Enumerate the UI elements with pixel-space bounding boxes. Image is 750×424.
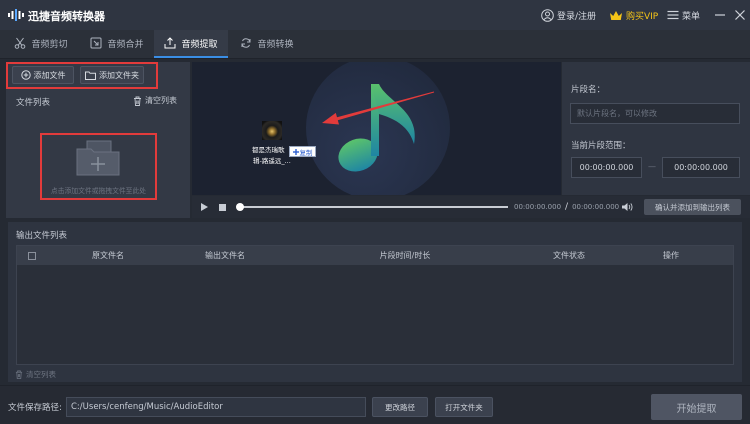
extract-icon bbox=[164, 37, 176, 49]
title-bar: 迅捷音频转换器 登录/注册 购买VIP 菜单 bbox=[0, 0, 750, 30]
add-folder-button[interactable]: 添加文件夹 bbox=[80, 66, 144, 84]
minimize-icon[interactable] bbox=[714, 9, 726, 21]
output-list-section: 输出文件列表 原文件名 输出文件名 片段时间/时长 文件状态 操作 清空列表 bbox=[8, 222, 742, 382]
trash-icon bbox=[15, 370, 23, 379]
current-time: 00:00:00.000 bbox=[514, 203, 562, 211]
select-all-checkbox[interactable] bbox=[28, 251, 36, 260]
save-path-label: 文件保存路径: bbox=[8, 403, 62, 413]
copy-label: 复制 bbox=[299, 148, 313, 157]
output-list-title: 输出文件列表 bbox=[16, 231, 68, 241]
tab-label: 音频提取 bbox=[181, 39, 218, 50]
tab-label: 音频合并 bbox=[107, 39, 144, 50]
column-status: 文件状态 bbox=[553, 251, 585, 260]
tab-audio-extract[interactable]: 音频提取 bbox=[154, 30, 228, 58]
tab-label: 音频转换 bbox=[257, 39, 294, 50]
clip-settings-panel: 片段名： 当前片段范围： — bbox=[562, 62, 750, 195]
play-icon[interactable] bbox=[201, 203, 208, 211]
preview-canvas bbox=[306, 62, 450, 195]
output-table-header: 原文件名 输出文件名 片段时间/时长 文件状态 操作 bbox=[17, 246, 733, 265]
menu-label: 菜单 bbox=[682, 11, 701, 22]
column-clip-time: 片段时间/时长 bbox=[379, 251, 431, 260]
file-list-title: 文件列表 bbox=[16, 98, 51, 108]
open-folder-button[interactable]: 打开文件夹 bbox=[435, 397, 493, 417]
clear-output-list-button[interactable]: 清空列表 bbox=[15, 369, 56, 380]
clear-output-list-label: 清空列表 bbox=[26, 370, 56, 379]
login-button[interactable]: 登录/注册 bbox=[541, 7, 596, 23]
close-icon[interactable] bbox=[734, 9, 746, 21]
tab-audio-convert[interactable]: 音频转换 bbox=[230, 30, 304, 58]
plus-icon bbox=[292, 148, 299, 155]
file-drop-zone[interactable]: 点击添加文件或拖拽文件至此处 bbox=[42, 135, 155, 198]
drag-file-name-line1: 都是杰瑞歌 bbox=[252, 146, 285, 154]
add-file-button[interactable]: 添加文件 bbox=[12, 66, 74, 84]
login-label: 登录/注册 bbox=[557, 11, 597, 22]
clear-file-list-button[interactable]: 清空列表 bbox=[133, 95, 177, 106]
add-folder-label: 添加文件夹 bbox=[99, 70, 139, 80]
menu-button[interactable]: 菜单 bbox=[667, 7, 700, 23]
time-readout: 00:00:00.000 / 00:00:00.000 bbox=[514, 202, 619, 212]
folder-icon bbox=[85, 71, 96, 80]
vip-label: 购买VIP bbox=[626, 11, 659, 22]
change-path-button[interactable]: 更改路径 bbox=[372, 397, 428, 417]
crown-icon bbox=[610, 10, 622, 20]
drag-ghost: 都是杰瑞歌 辑-路遥远_... bbox=[250, 121, 318, 165]
confirm-add-to-output-button[interactable]: 确认并添加到输出列表 bbox=[644, 199, 741, 215]
clip-name-input[interactable] bbox=[570, 103, 740, 124]
app-title: 迅捷音频转换器 bbox=[28, 10, 105, 23]
buy-vip-button[interactable]: 购买VIP bbox=[609, 7, 658, 23]
merge-icon bbox=[90, 37, 102, 49]
plus-circle-icon bbox=[20, 70, 31, 80]
tab-bar: 音频剪切 音频合并 音频提取 音频转换 bbox=[0, 30, 750, 59]
folder-plus-icon bbox=[76, 140, 120, 176]
progress-knob[interactable] bbox=[236, 203, 244, 211]
clip-end-time-input[interactable] bbox=[662, 157, 740, 178]
menu-icon bbox=[667, 10, 679, 20]
progress-slider[interactable] bbox=[236, 203, 508, 211]
column-output-name: 输出文件名 bbox=[205, 251, 245, 260]
drag-file-name-line2: 辑-路遥远_... bbox=[253, 157, 291, 165]
column-source-name: 原文件名 bbox=[92, 251, 124, 260]
drag-copy-tag: 复制 bbox=[289, 146, 316, 157]
tab-audio-merge[interactable]: 音频合并 bbox=[80, 30, 154, 58]
range-separator: — bbox=[648, 162, 656, 171]
add-file-label: 添加文件 bbox=[33, 70, 66, 80]
tab-label: 音频剪切 bbox=[31, 39, 68, 50]
clip-range-label: 当前片段范围： bbox=[571, 141, 631, 151]
save-path-input[interactable] bbox=[66, 397, 366, 417]
clip-start-time-input[interactable] bbox=[571, 157, 642, 178]
footer-bar: 文件保存路径: 更改路径 打开文件夹 开始提取 bbox=[0, 385, 750, 424]
preview-area bbox=[192, 62, 561, 195]
app-logo-icon bbox=[8, 9, 24, 21]
scissors-icon bbox=[15, 37, 26, 49]
drop-hint-text: 点击添加文件或拖拽文件至此处 bbox=[50, 187, 147, 195]
stop-icon[interactable] bbox=[219, 204, 226, 211]
total-time: 00:00:00.000 bbox=[572, 203, 620, 211]
player-controls: 00:00:00.000 / 00:00:00.000 确认并添加到输出列表 bbox=[192, 196, 750, 218]
start-extract-button[interactable]: 开始提取 bbox=[651, 394, 742, 420]
clear-file-list-label: 清空列表 bbox=[145, 96, 177, 105]
volume-icon[interactable] bbox=[621, 202, 633, 212]
trash-icon bbox=[134, 96, 141, 106]
column-actions: 操作 bbox=[663, 251, 679, 260]
clip-name-label: 片段名： bbox=[571, 85, 606, 95]
convert-icon bbox=[241, 38, 251, 48]
drag-thumbnail bbox=[262, 121, 282, 140]
header-checkbox-cell bbox=[17, 246, 47, 265]
user-icon bbox=[541, 8, 554, 22]
tab-audio-cut[interactable]: 音频剪切 bbox=[4, 30, 78, 58]
time-separator: / bbox=[565, 202, 569, 212]
output-table: 原文件名 输出文件名 片段时间/时长 文件状态 操作 bbox=[16, 245, 734, 365]
